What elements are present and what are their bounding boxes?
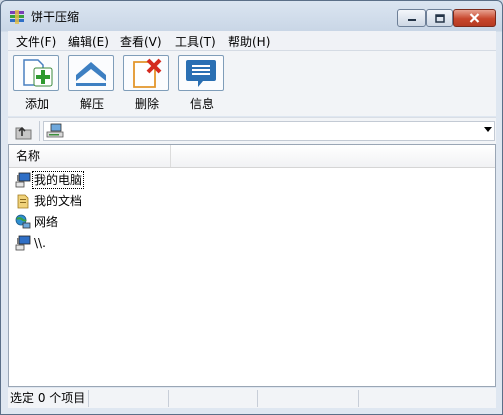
add-button[interactable]: 添加 bbox=[11, 55, 63, 113]
maximize-button[interactable] bbox=[426, 9, 453, 27]
computer-icon bbox=[15, 235, 31, 251]
list-item-label: 我的文档 bbox=[34, 194, 83, 208]
delete-icon bbox=[123, 55, 169, 91]
window-title: 饼干压缩 bbox=[31, 10, 80, 24]
status-cell-2 bbox=[89, 390, 169, 407]
toolbar: 添加 解压 删除 信息 bbox=[8, 51, 496, 116]
file-list[interactable]: 名称 我的电脑 我的文档 网络 \\. bbox=[8, 144, 496, 387]
documents-folder-icon bbox=[17, 194, 29, 209]
network-icon bbox=[15, 214, 31, 229]
computer-icon bbox=[46, 123, 64, 138]
status-cell-4 bbox=[258, 390, 359, 407]
add-label: 添加 bbox=[24, 97, 49, 111]
delete-label: 删除 bbox=[134, 97, 159, 111]
status-bar: 选定 0 个项目 bbox=[8, 388, 496, 408]
column-name-header[interactable]: 名称 bbox=[9, 145, 171, 167]
maximize-icon bbox=[434, 13, 445, 23]
menu-view[interactable]: 查看(V) bbox=[114, 32, 168, 51]
list-item-label: 网络 bbox=[34, 215, 59, 229]
address-field[interactable] bbox=[43, 121, 495, 141]
up-folder-button[interactable] bbox=[12, 122, 34, 141]
info-label: 信息 bbox=[189, 97, 214, 111]
up-folder-icon bbox=[15, 126, 32, 140]
extract-label: 解压 bbox=[79, 97, 104, 111]
separator bbox=[39, 121, 40, 141]
title-bar[interactable]: 饼干压缩 bbox=[1, 1, 502, 31]
dropdown-arrow-icon[interactable] bbox=[484, 127, 492, 132]
status-selection: 选定 0 个项目 bbox=[10, 390, 89, 407]
status-cell-3 bbox=[169, 390, 258, 407]
app-logo-icon bbox=[10, 10, 24, 24]
menu-help[interactable]: 帮助(H) bbox=[222, 32, 276, 51]
list-item[interactable]: 我的电脑 bbox=[15, 171, 85, 189]
delete-button[interactable]: 删除 bbox=[121, 55, 173, 113]
list-item[interactable]: 我的文档 bbox=[15, 192, 83, 210]
list-item-label: \\. bbox=[34, 236, 46, 250]
column-header: 名称 bbox=[9, 145, 495, 168]
menu-file[interactable]: 文件(F) bbox=[10, 32, 62, 51]
extract-button[interactable]: 解压 bbox=[66, 55, 118, 113]
menu-bar: 文件(F) 编辑(E) 查看(V) 工具(T) 帮助(H) bbox=[8, 31, 496, 51]
info-icon bbox=[178, 55, 224, 91]
list-item[interactable]: \\. bbox=[15, 234, 47, 252]
add-icon bbox=[13, 55, 59, 91]
menu-edit[interactable]: 编辑(E) bbox=[62, 32, 115, 51]
extract-icon bbox=[68, 55, 114, 91]
minimize-button[interactable] bbox=[397, 9, 426, 27]
address-bar bbox=[8, 117, 496, 144]
close-button[interactable] bbox=[453, 9, 496, 27]
menu-tools[interactable]: 工具(T) bbox=[169, 32, 222, 51]
app-window: 饼干压缩 文件(F) 编辑(E) 查看(V) 工具(T) 帮助(H) 添加 解压… bbox=[0, 0, 503, 415]
info-button[interactable]: 信息 bbox=[176, 55, 228, 113]
close-icon bbox=[469, 13, 480, 23]
list-item-label: 我的电脑 bbox=[31, 171, 85, 189]
minimize-icon bbox=[407, 19, 416, 21]
list-item[interactable]: 网络 bbox=[15, 213, 59, 231]
computer-icon bbox=[15, 172, 31, 188]
